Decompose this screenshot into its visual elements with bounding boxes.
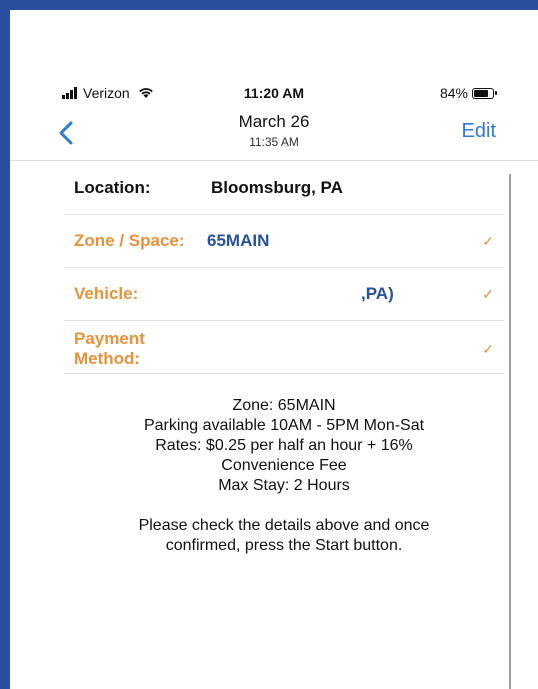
vehicle-value: ,PA) xyxy=(361,284,394,303)
zone-info: Zone: 65MAIN Parking available 10AM - 5P… xyxy=(64,396,504,556)
payment-label-line1: Payment xyxy=(74,329,145,348)
info-fee: Convenience Fee xyxy=(221,457,347,474)
details-list: Location: Bloomsburg, PA Zone / Space: 6… xyxy=(64,162,504,374)
nav-title: March 26 xyxy=(238,112,310,131)
nav-subtitle: 11:35 AM xyxy=(249,135,299,149)
status-right: 84% xyxy=(439,85,497,101)
scrollbar[interactable] xyxy=(509,174,511,689)
zone-row[interactable]: Zone / Space: 65MAIN ✓ xyxy=(64,215,504,268)
location-label: Location: xyxy=(74,178,151,197)
check-icon: ✓ xyxy=(482,233,494,249)
info-instructions-2: confirmed, press the Start button. xyxy=(165,537,403,554)
status-bar: Verizon 11:20 AM 84% xyxy=(10,82,538,104)
nav-bar: March 26 11:35 AM Edit xyxy=(10,106,538,161)
battery-icon xyxy=(472,87,497,99)
check-icon: ✓ xyxy=(482,341,494,357)
phone-screen: Verizon 11:20 AM 84% March 26 11:35 AM E… xyxy=(10,10,538,689)
payment-label: Payment Method: xyxy=(74,329,145,369)
info-availability: Parking available 10AM - 5PM Mon-Sat xyxy=(143,417,425,434)
location-value: Bloomsburg, PA xyxy=(211,178,343,197)
edit-button[interactable]: Edit xyxy=(462,120,496,143)
info-zone: Zone: 65MAIN xyxy=(232,397,336,414)
battery-fill xyxy=(474,89,489,97)
location-row: Location: Bloomsburg, PA xyxy=(64,162,504,215)
vehicle-label: Vehicle: xyxy=(74,284,139,303)
vehicle-row[interactable]: Vehicle: ,PA) ✓ xyxy=(64,268,504,321)
zone-label: Zone / Space: xyxy=(74,231,185,250)
info-instructions-1: Please check the details above and once xyxy=(138,517,430,534)
check-icon: ✓ xyxy=(482,286,494,302)
info-rates: Rates: $0.25 per half an hour + 16% xyxy=(155,437,413,454)
payment-label-line2: Method: xyxy=(74,349,141,368)
info-max-stay: Max Stay: 2 Hours xyxy=(218,477,350,494)
battery-percent: 84% xyxy=(439,85,468,101)
payment-row[interactable]: Payment Method: ✓ xyxy=(64,321,504,374)
zone-value: 65MAIN xyxy=(207,231,270,250)
